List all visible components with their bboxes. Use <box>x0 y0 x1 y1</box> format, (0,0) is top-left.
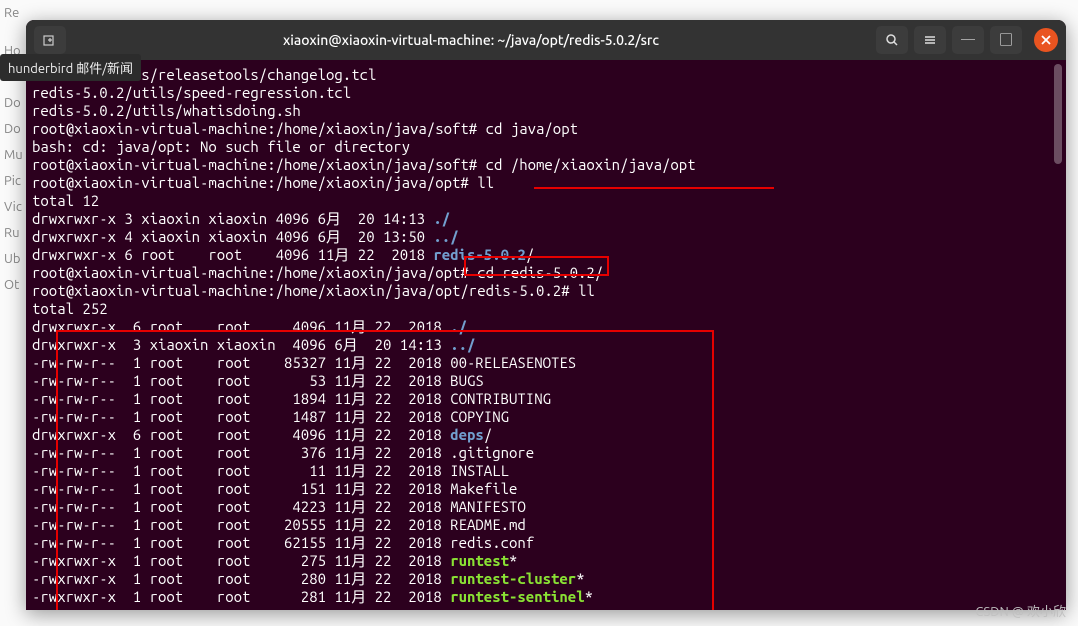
terminal-line: -rw-rw-r-- 1 root root 62155 11月 22 2018… <box>32 534 1060 552</box>
terminal-line: -rw-rw-r-- 1 root root 53 11月 22 2018 BU… <box>32 372 1060 390</box>
csdn-watermark: CSDN @ 欢小欣 <box>975 601 1066 620</box>
terminal-line: -rw-rw-r-- 1 root root 1894 11月 22 2018 … <box>32 390 1060 408</box>
terminal-line: root@xiaoxin-virtual-machine:/home/xiaox… <box>32 282 1060 300</box>
sidebar-item[interactable]: Re <box>0 0 30 26</box>
thunderbird-tooltip: hunderbird 邮件/新闻 <box>0 54 141 81</box>
terminal-line: root@xiaoxin-virtual-machine:/home/xiaox… <box>32 120 1060 138</box>
menu-button[interactable] <box>914 26 946 54</box>
terminal-line: -rwxrwxr-x 1 root root 275 11月 22 2018 r… <box>32 552 1060 570</box>
terminal-scrollbar[interactable] <box>1054 64 1062 610</box>
terminal-line: total 12 <box>32 192 1060 210</box>
terminal-line: -rw-rw-r-- 1 root root 11 11月 22 2018 IN… <box>32 462 1060 480</box>
titlebar: xiaoxin@xiaoxin-virtual-machine: ~/java/… <box>26 20 1066 60</box>
terminal-line: -rw-rw-r-- 1 root root 4223 11月 22 2018 … <box>32 498 1060 516</box>
terminal-line: -rw-rw-r-- 1 root root 376 11月 22 2018 .… <box>32 444 1060 462</box>
close-button[interactable] <box>1034 28 1058 52</box>
terminal-line: root@xiaoxin-virtual-machine:/home/xiaox… <box>32 174 1060 192</box>
terminal-line: drwxrwxr-x 4 xiaoxin xiaoxin 4096 6月 20 … <box>32 228 1060 246</box>
terminal-output[interactable]: tils/releasetools/changelog.tclredis-5.0… <box>26 60 1066 610</box>
terminal-line: drwxrwxr-x 3 xiaoxin xiaoxin 4096 6月 20 … <box>32 336 1060 354</box>
terminal-line: redis-5.0.2/utils/speed-regression.tcl <box>32 84 1060 102</box>
terminal-line: drwxrwxr-x 6 root root 4096 11月 22 2018 … <box>32 426 1060 444</box>
maximize-button[interactable]: □ <box>990 26 1022 54</box>
terminal-line: -rw-rw-r-- 1 root root 20555 11月 22 2018… <box>32 516 1060 534</box>
terminal-line: -rwxrwxr-x 1 root root 280 11月 22 2018 r… <box>32 570 1060 588</box>
terminal-window: xiaoxin@xiaoxin-virtual-machine: ~/java/… <box>26 20 1066 610</box>
scrollbar-thumb[interactable] <box>1054 64 1062 164</box>
terminal-line: -rw-rw-r-- 1 root root 85327 11月 22 2018… <box>32 354 1060 372</box>
terminal-line: bash: cd: java/opt: No such file or dire… <box>32 138 1060 156</box>
minimize-button[interactable]: ─ <box>952 26 984 54</box>
terminal-line: root@xiaoxin-virtual-machine:/home/xiaox… <box>32 264 1060 282</box>
terminal-line: tils/releasetools/changelog.tcl <box>32 66 1060 84</box>
terminal-line: drwxrwxr-x 6 root root 4096 11月 22 2018 … <box>32 318 1060 336</box>
terminal-line: drwxrwxr-x 6 root root 4096 11月 22 2018 … <box>32 246 1060 264</box>
terminal-line: -rwxrwxr-x 1 root root 281 11月 22 2018 r… <box>32 588 1060 606</box>
terminal-line: root@xiaoxin-virtual-machine:/home/xiaox… <box>32 156 1060 174</box>
terminal-line: -rw-rw-r-- 1 root root 1487 11月 22 2018 … <box>32 408 1060 426</box>
terminal-line: redis-5.0.2/utils/whatisdoing.sh <box>32 102 1060 120</box>
terminal-line: drwxrwxr-x 3 xiaoxin xiaoxin 4096 6月 20 … <box>32 210 1060 228</box>
terminal-line: -rw-rw-r-- 1 root root 151 11月 22 2018 M… <box>32 480 1060 498</box>
search-button[interactable] <box>876 26 908 54</box>
terminal-line: total 252 <box>32 300 1060 318</box>
window-title: xiaoxin@xiaoxin-virtual-machine: ~/java/… <box>72 32 870 48</box>
new-tab-button[interactable] <box>34 26 66 54</box>
